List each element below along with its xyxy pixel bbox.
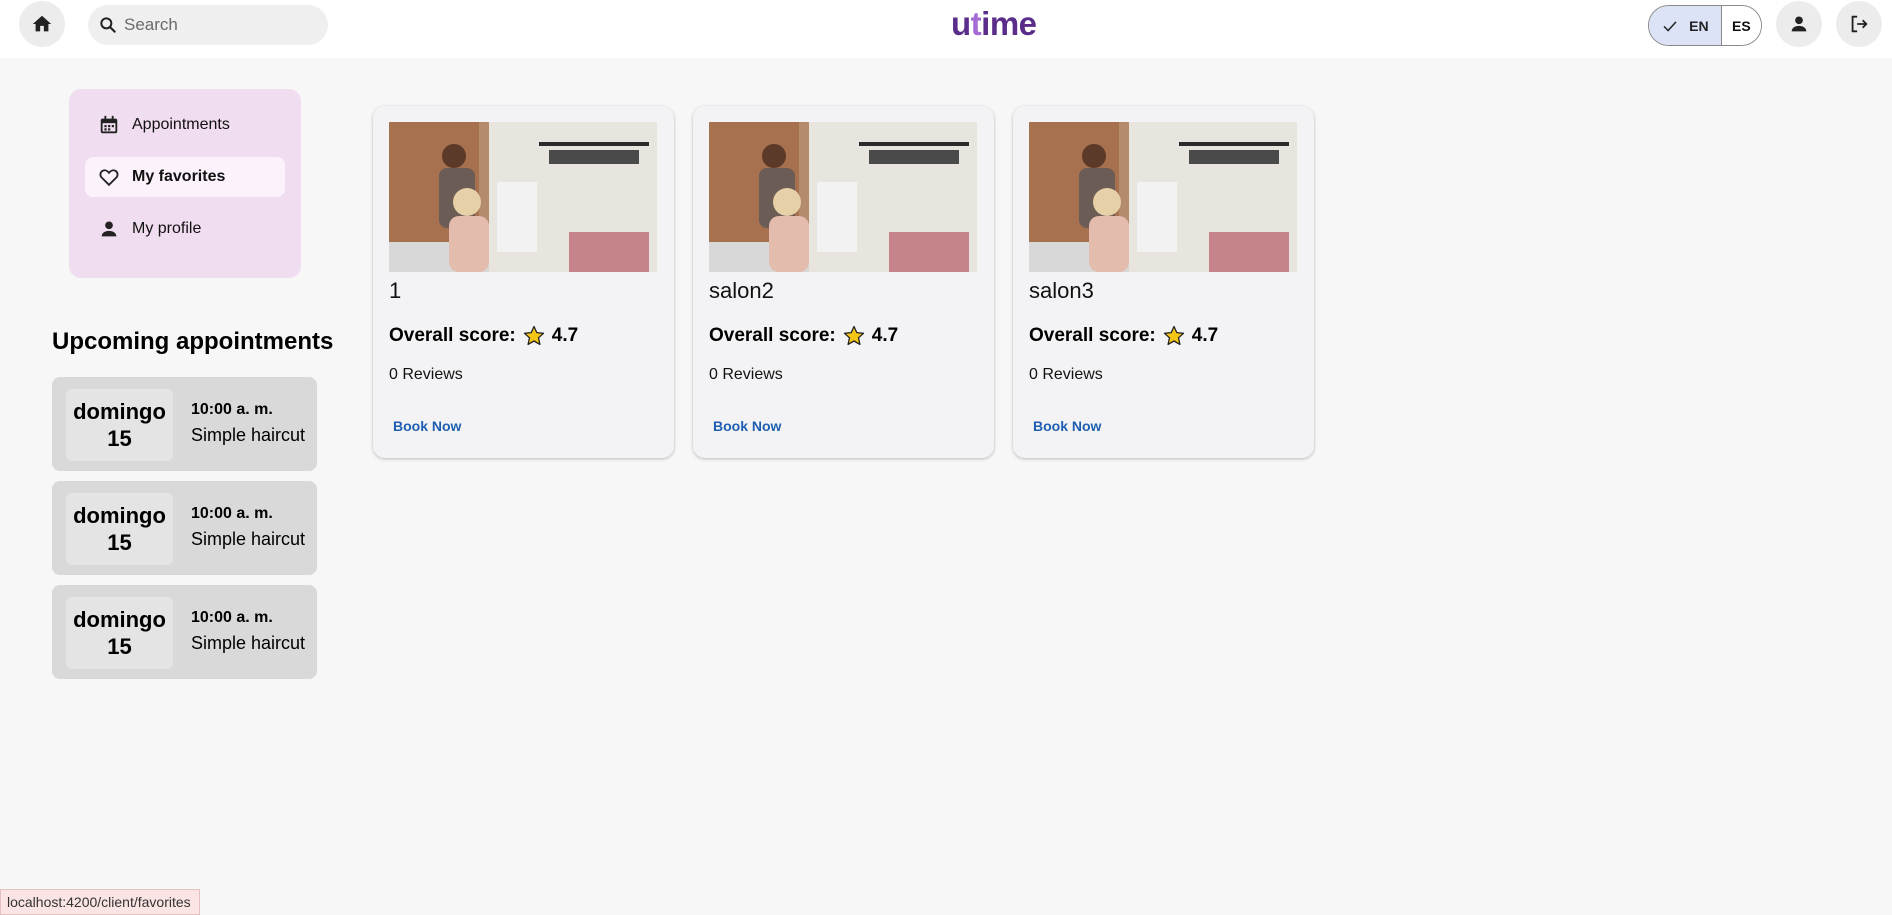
overall-score: Overall score: 4.7	[709, 324, 898, 348]
review-count-text: 0 Reviews	[709, 366, 783, 383]
score-value: 4.7	[871, 325, 899, 346]
appointment-service: Simple haircut	[191, 425, 306, 445]
appointment-date: domingo 15	[66, 597, 173, 669]
sidebar-item-label: My profile	[132, 220, 202, 237]
star-icon	[1163, 325, 1184, 346]
top-bar: utime EN ES	[0, 0, 1892, 58]
salon-name[interactable]: salon2	[709, 278, 774, 304]
search-icon	[100, 17, 116, 33]
logo-text-ime: ime	[981, 5, 1037, 42]
sidebar-item-appointments[interactable]: Appointments	[85, 105, 285, 145]
salon-photo	[1029, 122, 1297, 272]
heart-icon	[99, 169, 119, 187]
appointment-day-number: 15	[107, 426, 132, 451]
appointment-day: domingo	[73, 503, 166, 528]
language-toggle: EN ES	[1648, 5, 1762, 46]
salon-card[interactable]: 1 Overall score: 4.7 0 Reviews Book Now	[373, 106, 674, 458]
appointment-day: domingo	[73, 399, 166, 424]
review-count: 0 Reviews	[1029, 366, 1103, 384]
salon-card[interactable]: salon2 Overall score: 4.7 0 Reviews Book…	[693, 106, 994, 458]
score-value: 4.7	[1191, 325, 1219, 346]
appointment-service: Simple haircut	[191, 633, 306, 653]
score-label: Overall score:	[1029, 325, 1156, 346]
appointment-date: domingo 15	[66, 493, 173, 565]
book-now-button[interactable]: Book Now	[389, 412, 465, 440]
score-value: 4.7	[551, 325, 579, 346]
upcoming-appointments-title: Upcoming appointments	[52, 328, 334, 355]
salon-photo-illustration	[389, 122, 657, 272]
review-count-text: 0 Reviews	[389, 366, 463, 383]
overall-score: Overall score: 4.7	[1029, 324, 1218, 348]
appointment-card[interactable]: domingo 15 10:00 a. m. Simple haircut	[52, 377, 317, 471]
home-button[interactable]	[19, 1, 65, 47]
review-count: 0 Reviews	[709, 366, 783, 384]
status-bar-url: localhost:4200/client/favorites	[0, 889, 200, 915]
salon-photo-illustration	[1029, 122, 1297, 272]
appointment-day: domingo	[73, 607, 166, 632]
salon-photo-illustration	[709, 122, 977, 272]
salon-photo	[709, 122, 977, 272]
salon-photo	[389, 122, 657, 272]
sidebar-item-label: My favorites	[132, 168, 226, 185]
logout-icon	[1851, 15, 1868, 33]
home-icon	[32, 15, 52, 32]
logo-text-u: u	[951, 5, 971, 42]
person-icon	[101, 221, 117, 237]
sidebar-item-label: Appointments	[132, 116, 230, 133]
overall-score: Overall score: 4.7	[389, 324, 578, 348]
appointment-card[interactable]: domingo 15 10:00 a. m. Simple haircut	[52, 585, 317, 679]
sidebar-item-profile[interactable]: My profile	[85, 209, 285, 249]
review-count: 0 Reviews	[389, 366, 463, 384]
lang-en-label: EN	[1689, 17, 1709, 34]
book-now-button[interactable]: Book Now	[709, 412, 785, 440]
logout-button[interactable]	[1836, 1, 1882, 47]
appointment-time: 10:00 a. m.	[191, 401, 273, 418]
salon-card[interactable]: salon3 Overall score: 4.7 0 Reviews Book…	[1013, 106, 1314, 458]
profile-button[interactable]	[1776, 1, 1822, 47]
book-now-button[interactable]: Book Now	[1029, 412, 1105, 440]
salon-name[interactable]: salon3	[1029, 278, 1094, 304]
score-label: Overall score:	[389, 325, 516, 346]
appointment-card[interactable]: domingo 15 10:00 a. m. Simple haircut	[52, 481, 317, 575]
lang-es-option[interactable]: ES	[1721, 6, 1761, 45]
sidebar-item-favorites[interactable]: My favorites	[85, 157, 285, 197]
utime-logo[interactable]: utime	[951, 5, 1037, 43]
client-side-menu: Appointments My favorites My profile	[69, 89, 301, 278]
check-icon	[1663, 20, 1677, 32]
appointment-time: 10:00 a. m.	[191, 609, 273, 626]
score-label: Overall score:	[709, 325, 836, 346]
calendar-icon	[100, 115, 118, 134]
search-input[interactable]	[124, 15, 324, 35]
star-icon	[843, 325, 864, 346]
star-icon	[523, 325, 544, 346]
salon-name[interactable]: 1	[389, 278, 401, 304]
appointment-date: domingo 15	[66, 389, 173, 461]
appointment-day-number: 15	[107, 634, 132, 659]
person-icon	[1791, 16, 1807, 32]
logo-text-t: t	[970, 5, 982, 42]
lang-es-label: ES	[1732, 17, 1751, 34]
appointment-service: Simple haircut	[191, 529, 306, 549]
appointment-time: 10:00 a. m.	[191, 505, 273, 522]
review-count-text: 0 Reviews	[1029, 366, 1103, 383]
appointment-day-number: 15	[107, 530, 132, 555]
lang-en-option[interactable]: EN	[1649, 6, 1722, 45]
search-bar[interactable]	[88, 5, 328, 45]
